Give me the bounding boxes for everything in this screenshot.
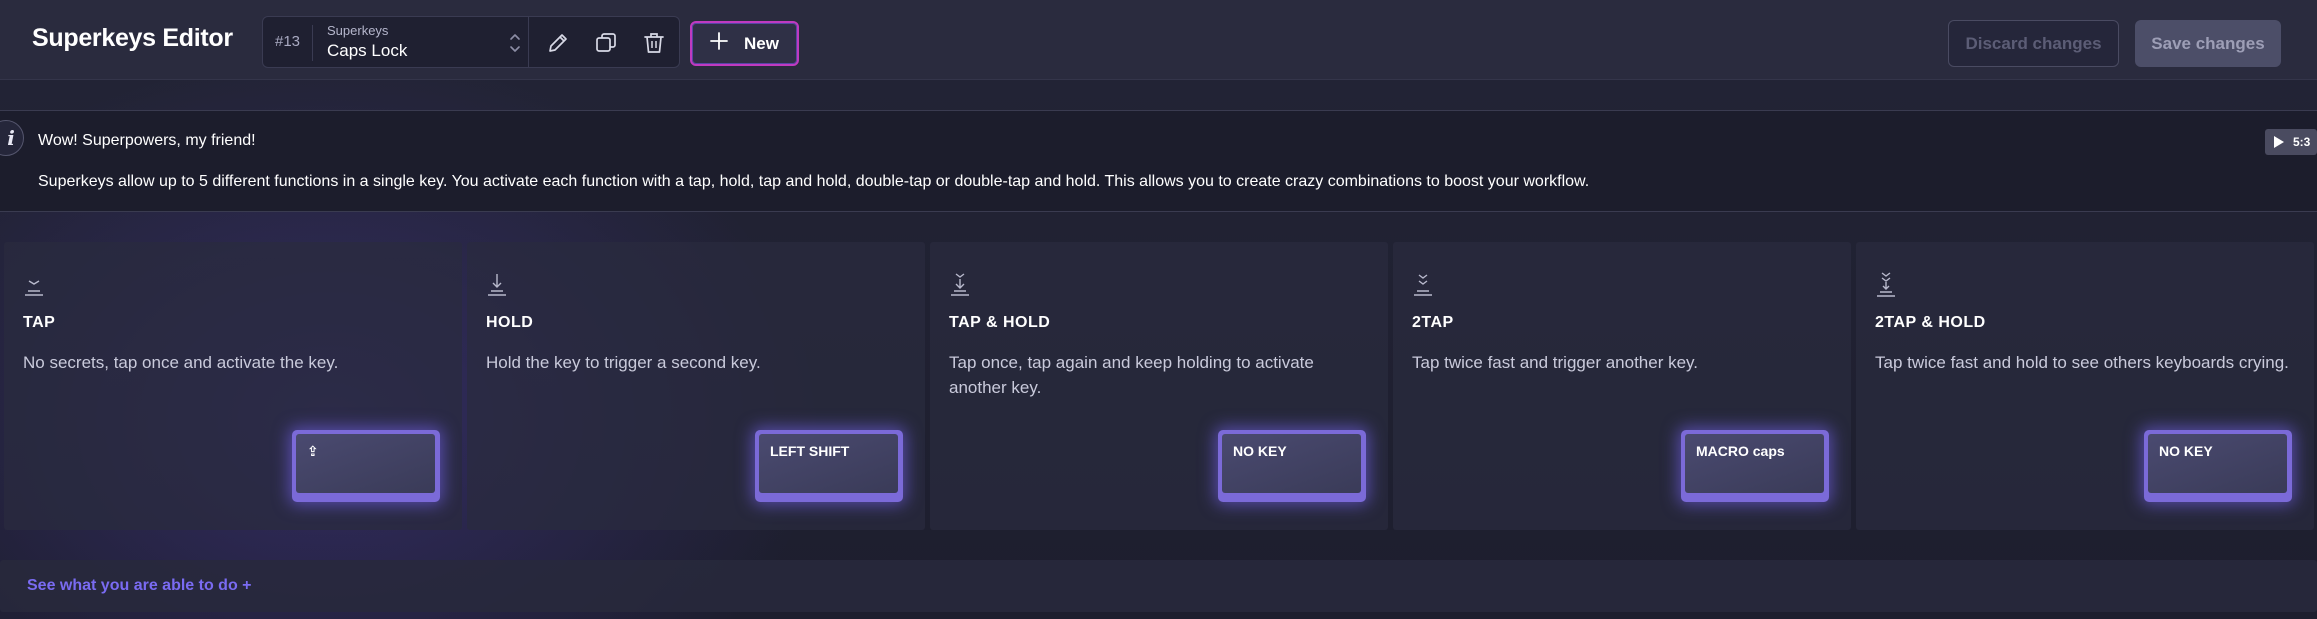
card-title: TAP & HOLD: [949, 314, 1051, 331]
card-tap: TAP No secrets, tap once and activate th…: [4, 242, 462, 530]
key-slot-tap-and-hold[interactable]: NO KEY: [1218, 430, 1366, 502]
card-title: HOLD: [486, 314, 534, 331]
superkey-selector[interactable]: #13 Superkeys Caps Lock: [262, 16, 680, 68]
video-duration: 5:3: [2293, 135, 2311, 149]
key-slot-double-tap[interactable]: MACRO caps: [1681, 430, 1829, 502]
trash-icon[interactable]: [637, 27, 671, 59]
superkey-selector-value: Caps Lock: [327, 41, 408, 60]
card-tap-and-hold: TAP & HOLD Tap once, tap again and keep …: [930, 242, 1388, 530]
tap-hold-icon: [948, 272, 972, 298]
card-description: Hold the key to trigger a second key.: [486, 353, 761, 372]
card-title: 2TAP & HOLD: [1875, 314, 1986, 331]
card-double-tap-and-hold: 2TAP & HOLD Tap twice fast and hold to s…: [1856, 242, 2314, 530]
card-double-tap: 2TAP Tap twice fast and trigger another …: [1393, 242, 1851, 530]
key-label: MACRO caps: [1685, 434, 1824, 493]
superkey-selector-label: Superkeys: [327, 23, 389, 38]
card-description: Tap twice fast and hold to see others ke…: [1875, 353, 2289, 372]
banner-text: Superkeys allow up to 5 different functi…: [38, 173, 1590, 190]
selector-divider: [312, 25, 313, 61]
copy-icon[interactable]: [589, 27, 623, 59]
top-bar: Superkeys Editor #13 Superkeys Caps Lock: [0, 0, 2317, 80]
info-banner: i Wow! Superpowers, my friend! Superkeys…: [0, 110, 2317, 212]
new-button-label: New: [744, 33, 779, 53]
actions-divider: [528, 17, 529, 67]
play-icon: [2274, 136, 2284, 148]
app-title: Superkeys Editor: [32, 24, 233, 52]
see-more-link[interactable]: See what you are able to do +: [27, 577, 252, 595]
discard-changes-button[interactable]: Discard changes: [1948, 20, 2119, 67]
card-description: Tap once, tap again and keep holding to …: [949, 353, 1314, 397]
pencil-icon[interactable]: [541, 27, 575, 59]
double-tap-hold-icon: [1874, 272, 1898, 298]
footer-bar: See what you are able to do +: [0, 560, 2317, 612]
key-slot-hold[interactable]: LEFT SHIFT: [755, 430, 903, 502]
save-changes-button[interactable]: Save changes: [2135, 20, 2281, 67]
superkey-number: #13: [275, 33, 301, 50]
info-icon: i: [0, 120, 24, 156]
card-hold: HOLD Hold the key to trigger a second ke…: [467, 242, 925, 530]
video-play-button[interactable]: 5:3: [2265, 129, 2317, 155]
banner-title: Wow! Superpowers, my friend!: [38, 132, 256, 149]
card-description: No secrets, tap once and activate the ke…: [23, 353, 339, 372]
double-tap-icon: [1411, 272, 1435, 298]
new-superkey-button[interactable]: New: [690, 21, 799, 66]
hold-icon: [485, 272, 509, 298]
plus-icon: [708, 30, 730, 57]
card-description: Tap twice fast and trigger another key.: [1412, 353, 1699, 372]
key-label: NO KEY: [2148, 434, 2287, 493]
card-title: TAP: [23, 314, 56, 331]
key-label: NO KEY: [1222, 434, 1361, 493]
chevron-updown-icon[interactable]: [493, 30, 537, 56]
key-label: LEFT SHIFT: [759, 434, 898, 493]
key-label: ⇪: [296, 434, 435, 493]
card-title: 2TAP: [1412, 314, 1454, 331]
tap-icon: [22, 272, 46, 298]
key-slot-double-tap-and-hold[interactable]: NO KEY: [2144, 430, 2292, 502]
key-slot-tap[interactable]: ⇪: [292, 430, 440, 502]
